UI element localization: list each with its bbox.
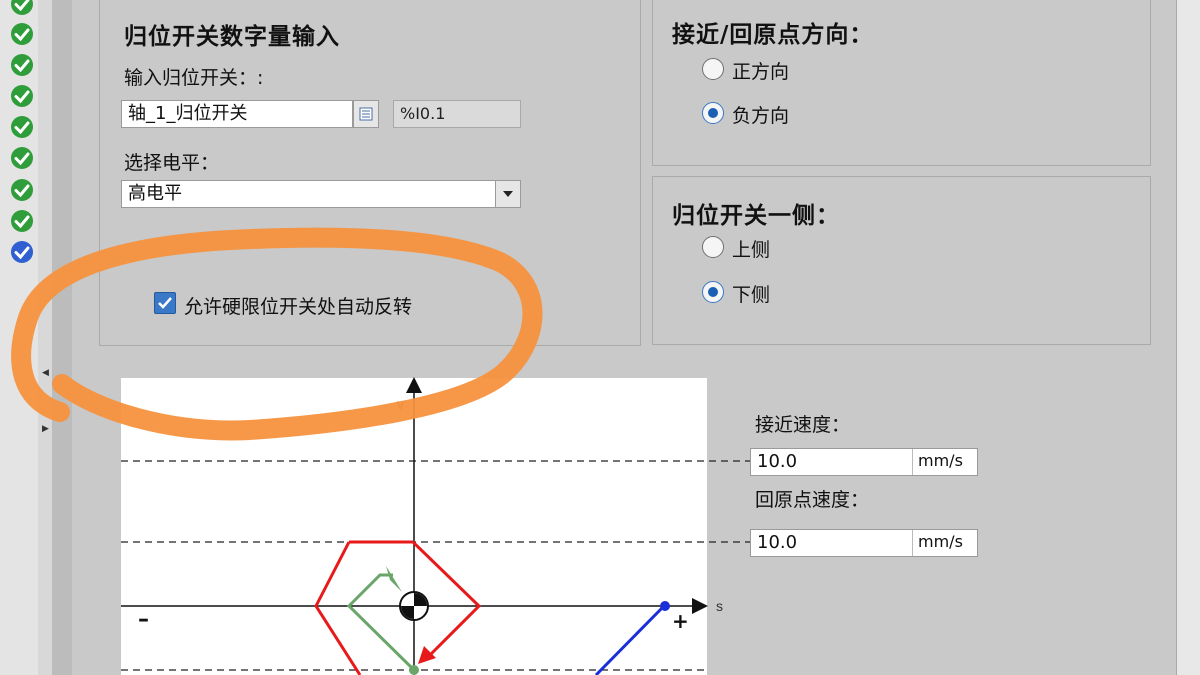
v-axis-arrow-icon	[406, 377, 422, 393]
plus-sign-label: +	[672, 609, 689, 633]
blue-homing-path	[594, 604, 666, 675]
reference-point-icon	[399, 591, 429, 621]
annotation-circle	[11, 227, 543, 441]
minus-sign-label: –	[138, 607, 149, 632]
diagram-overlay: v s – +	[11, 227, 750, 675]
green-path-arrow-icon	[386, 566, 402, 592]
red-path-arrow-icon	[418, 646, 436, 664]
green-path-point	[409, 665, 419, 675]
green-homing-path	[346, 573, 416, 672]
s-axis-arrow-icon	[692, 598, 708, 614]
s-axis-label: s	[716, 598, 723, 614]
blue-path-point	[660, 601, 670, 611]
